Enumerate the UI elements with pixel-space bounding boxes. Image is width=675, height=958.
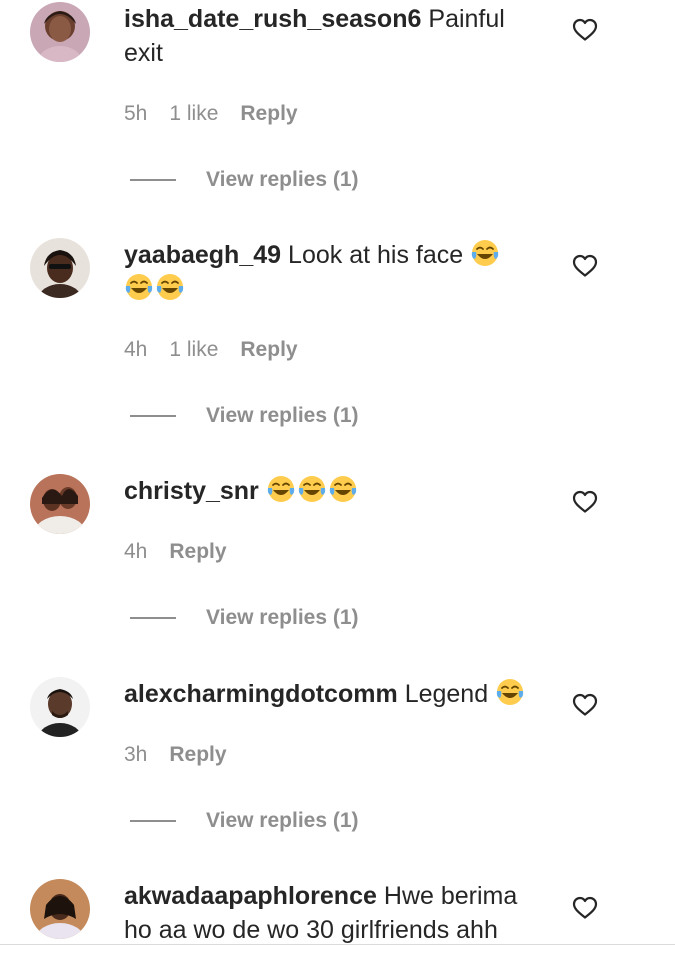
view-replies-label[interactable]: View replies (1) (206, 606, 359, 629)
comment-meta: 5h 1 like Reply (124, 100, 320, 128)
divider (0, 944, 675, 945)
divider-line (130, 179, 176, 182)
tears-of-joy-emoji-icon (496, 679, 524, 705)
avatar[interactable] (30, 238, 90, 298)
view-replies-label[interactable]: View replies (1) (206, 809, 359, 832)
reply-button[interactable]: Reply (240, 338, 297, 361)
comment-username[interactable]: isha_date_rush_season6 (124, 5, 421, 33)
comment-likes[interactable]: 1 like (169, 102, 218, 125)
heart-icon[interactable] (572, 18, 598, 42)
view-replies-button[interactable]: View replies (1) (130, 402, 359, 430)
heart-icon[interactable] (572, 490, 598, 514)
comment-username[interactable]: yaabaegh_49 (124, 241, 281, 269)
tears-of-joy-emoji-icon (267, 476, 294, 502)
avatar[interactable] (30, 2, 90, 62)
comment-text: christy_snr (124, 474, 544, 508)
comment-username[interactable]: christy_snr (124, 477, 259, 505)
view-replies-button[interactable]: View replies (1) (130, 604, 359, 632)
view-replies-button[interactable]: View replies (1) (130, 166, 359, 194)
comment-meta: 3h Reply (124, 741, 249, 769)
comment-username[interactable]: alexcharmingdotcomm (124, 680, 398, 708)
tears-of-joy-emoji-icon (156, 274, 184, 300)
comment-text: alexcharmingdotcomm Legend (124, 677, 544, 711)
heart-icon[interactable] (572, 896, 598, 920)
comment-meta: 4h Reply (124, 538, 249, 566)
heart-icon[interactable] (572, 693, 598, 717)
comment-time: 3h (124, 743, 148, 766)
reply-button[interactable]: Reply (169, 540, 226, 563)
heart-icon[interactable] (572, 254, 598, 278)
divider-line (130, 617, 176, 620)
comment-text: yaabaegh_49 Look at his face (124, 238, 544, 306)
tears-of-joy-emoji-icon (125, 274, 153, 300)
comment-time: 5h (124, 102, 148, 125)
avatar[interactable] (30, 879, 90, 939)
avatar[interactable] (30, 474, 90, 534)
reply-button[interactable]: Reply (169, 743, 226, 766)
view-replies-label[interactable]: View replies (1) (206, 168, 359, 191)
view-replies-button[interactable]: View replies (1) (130, 807, 359, 835)
comment-text: isha_date_rush_season6 Painful exit (124, 2, 544, 70)
bottom-bar (0, 945, 675, 958)
comment-likes[interactable]: 1 like (169, 338, 218, 361)
avatar[interactable] (30, 677, 90, 737)
reply-button[interactable]: Reply (240, 102, 297, 125)
tears-of-joy-emoji-icon (329, 476, 356, 502)
comment-text: akwadaapaphlorence Hwe berima ho aa wo de… (124, 879, 544, 947)
comment-body: Look at his face (288, 241, 464, 269)
tears-of-joy-emoji-icon (471, 240, 499, 266)
comment-username[interactable]: akwadaapaphlorence (124, 882, 377, 910)
comment-body: Legend (404, 680, 489, 708)
divider-line (130, 820, 176, 823)
view-replies-label[interactable]: View replies (1) (206, 404, 359, 427)
comment-time: 4h (124, 338, 148, 361)
comment-time: 4h (124, 540, 148, 563)
tears-of-joy-emoji-icon (298, 476, 325, 502)
comment-meta: 4h 1 like Reply (124, 336, 320, 364)
divider-line (130, 415, 176, 418)
